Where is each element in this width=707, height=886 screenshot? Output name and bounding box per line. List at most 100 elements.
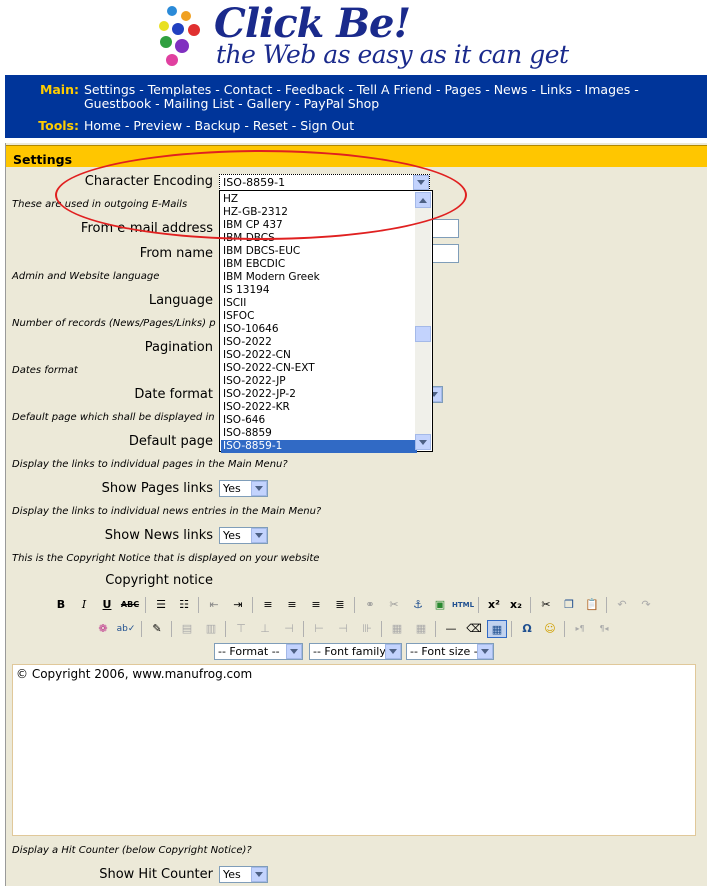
nav-link-links[interactable]: Links	[540, 82, 572, 97]
encoding-option[interactable]: ISO-2022-JP	[223, 375, 286, 388]
split-cells-icon[interactable]: ▦	[387, 620, 407, 638]
encoding-option[interactable]: ISCII	[223, 297, 246, 310]
smiley-icon[interactable]: ☺	[540, 620, 560, 638]
chevron-down-icon[interactable]	[251, 528, 267, 543]
ltr-icon[interactable]: ▸¶	[570, 620, 590, 638]
horizontal-rule-icon[interactable]: —	[441, 620, 461, 638]
nav-link-contact[interactable]: Contact	[224, 82, 273, 97]
undo-icon[interactable]: ↶	[612, 596, 632, 614]
nav-tool-backup[interactable]: Backup	[195, 118, 241, 133]
nav-separator: -	[572, 82, 585, 97]
font-size-select[interactable]: -- Font size --	[406, 643, 494, 660]
italic-icon[interactable]: I	[74, 596, 94, 614]
nav-separator: -	[481, 82, 494, 97]
nav-link-pages[interactable]: Pages	[444, 82, 481, 97]
rtl-icon[interactable]: ¶◂	[594, 620, 614, 638]
encoding-option[interactable]: IBM EBCDIC	[223, 258, 285, 271]
chevron-down-icon[interactable]	[286, 644, 302, 659]
nav-link-paypal-shop[interactable]: PayPal Shop	[304, 96, 380, 111]
from-name-input[interactable]	[430, 244, 459, 263]
bullet-list-icon[interactable]: ☰	[151, 596, 171, 614]
encoding-option[interactable]: ISO-8859	[223, 427, 272, 440]
hit-counter-select[interactable]: Yes	[219, 866, 268, 883]
delete-col-icon[interactable]: ⊪	[357, 620, 377, 638]
nav-link-guestbook[interactable]: Guestbook	[84, 96, 151, 111]
encoding-option[interactable]: ISO-8859-1	[221, 440, 417, 453]
from-email-input[interactable]	[430, 219, 459, 238]
encoding-option[interactable]: IBM Modern Greek	[223, 271, 320, 284]
indent-icon[interactable]: ⇥	[228, 596, 248, 614]
insert-row-after-icon[interactable]: ⊥	[255, 620, 275, 638]
nav-link-tell-a-friend[interactable]: Tell A Friend	[357, 82, 432, 97]
delete-row-icon[interactable]: ⊣	[279, 620, 299, 638]
encoding-option[interactable]: IBM DBCS-EUC	[223, 245, 300, 258]
chevron-down-icon[interactable]	[251, 481, 267, 496]
nav-tool-reset[interactable]: Reset	[253, 118, 288, 133]
chevron-down-icon[interactable]	[251, 867, 267, 882]
encoding-option[interactable]: ISO-2022-JP-2	[223, 388, 296, 401]
dropdown-scrollbar[interactable]	[415, 192, 431, 450]
encoding-option[interactable]: ISO-2022-CN	[223, 349, 291, 362]
copy-icon[interactable]: ❐	[559, 596, 579, 614]
encoding-option[interactable]: ISO-2022	[223, 336, 272, 349]
copyright-editor[interactable]: © Copyright 2006, www.manufrog.com	[12, 664, 696, 836]
paste-icon[interactable]: 📋	[582, 596, 602, 614]
nav-tool-preview[interactable]: Preview	[133, 118, 182, 133]
format-select[interactable]: -- Format --	[214, 643, 303, 660]
encoding-option[interactable]: ISO-646	[223, 414, 265, 427]
show-news-select[interactable]: Yes	[219, 527, 268, 544]
edit-icon[interactable]: ✎	[147, 620, 167, 638]
bold-icon[interactable]: B	[51, 596, 71, 614]
nav-link-templates[interactable]: Templates	[148, 82, 212, 97]
image-icon[interactable]: ▣	[430, 596, 450, 614]
nav-link-gallery[interactable]: Gallery	[247, 96, 292, 111]
encoding-option[interactable]: ISFOC	[223, 310, 254, 323]
align-justify-icon[interactable]: ≣	[330, 596, 350, 614]
align-center-icon[interactable]: ≡	[282, 596, 302, 614]
nav-separator: -	[272, 82, 285, 97]
show-pages-select[interactable]: Yes	[219, 480, 268, 497]
superscript-icon[interactable]: x²	[484, 596, 504, 614]
html-icon[interactable]: HTML	[452, 596, 474, 614]
unlink-icon[interactable]: ✂	[384, 596, 404, 614]
encoding-option[interactable]: ISO-10646	[223, 323, 279, 336]
special-char-icon[interactable]: Ω	[517, 620, 537, 638]
toolbar-separator	[198, 597, 199, 613]
nav-link-settings[interactable]: Settings	[84, 82, 135, 97]
outdent-icon[interactable]: ⇤	[204, 596, 224, 614]
encoding-option[interactable]: ISO-2022-KR	[223, 401, 290, 414]
nav-link-images[interactable]: Images	[585, 82, 631, 97]
remove-format-icon[interactable]: ⌫	[464, 620, 484, 638]
chevron-down-icon[interactable]	[477, 644, 493, 659]
font-family-select[interactable]: -- Font family --	[309, 643, 402, 660]
insert-table-icon[interactable]: ▦	[487, 620, 507, 638]
scroll-down-icon[interactable]	[415, 434, 431, 450]
nav-link-mailing-list[interactable]: Mailing List	[164, 96, 235, 111]
nav-link-feedback[interactable]: Feedback	[285, 82, 345, 97]
numbered-list-icon[interactable]: ☷	[174, 596, 194, 614]
insert-col-before-icon[interactable]: ⊢	[309, 620, 329, 638]
nav-tool-home[interactable]: Home	[84, 118, 121, 133]
strikethrough-icon[interactable]: ABC	[120, 596, 140, 614]
spellcheck-icon[interactable]: ab✓	[116, 620, 136, 638]
align-right-icon[interactable]: ≡	[306, 596, 326, 614]
scroll-thumb[interactable]	[415, 326, 431, 342]
link-icon[interactable]: ⚭	[360, 596, 380, 614]
anchor-icon[interactable]: ⚓	[408, 596, 428, 614]
cell-props-icon[interactable]: ▥	[201, 620, 221, 638]
chevron-down-icon[interactable]	[385, 644, 401, 659]
redo-icon[interactable]: ↷	[636, 596, 656, 614]
underline-icon[interactable]: U	[97, 596, 117, 614]
encoding-option[interactable]: IS 13194	[223, 284, 270, 297]
subscript-icon[interactable]: x₂	[506, 596, 526, 614]
encoding-option[interactable]: ISO-2022-CN-EXT	[223, 362, 315, 375]
nav-link-news[interactable]: News	[494, 82, 528, 97]
insert-row-before-icon[interactable]: ⊤	[231, 620, 251, 638]
row-props-icon[interactable]: ▤	[177, 620, 197, 638]
insert-col-after-icon[interactable]: ⊣	[333, 620, 353, 638]
merge-cells-icon[interactable]: ▦	[411, 620, 431, 638]
nav-tool-sign-out[interactable]: Sign Out	[300, 118, 354, 133]
cut-icon[interactable]: ✂	[536, 596, 556, 614]
align-left-icon[interactable]: ≡	[258, 596, 278, 614]
emoticon-palette-icon[interactable]: ❁	[93, 620, 113, 638]
